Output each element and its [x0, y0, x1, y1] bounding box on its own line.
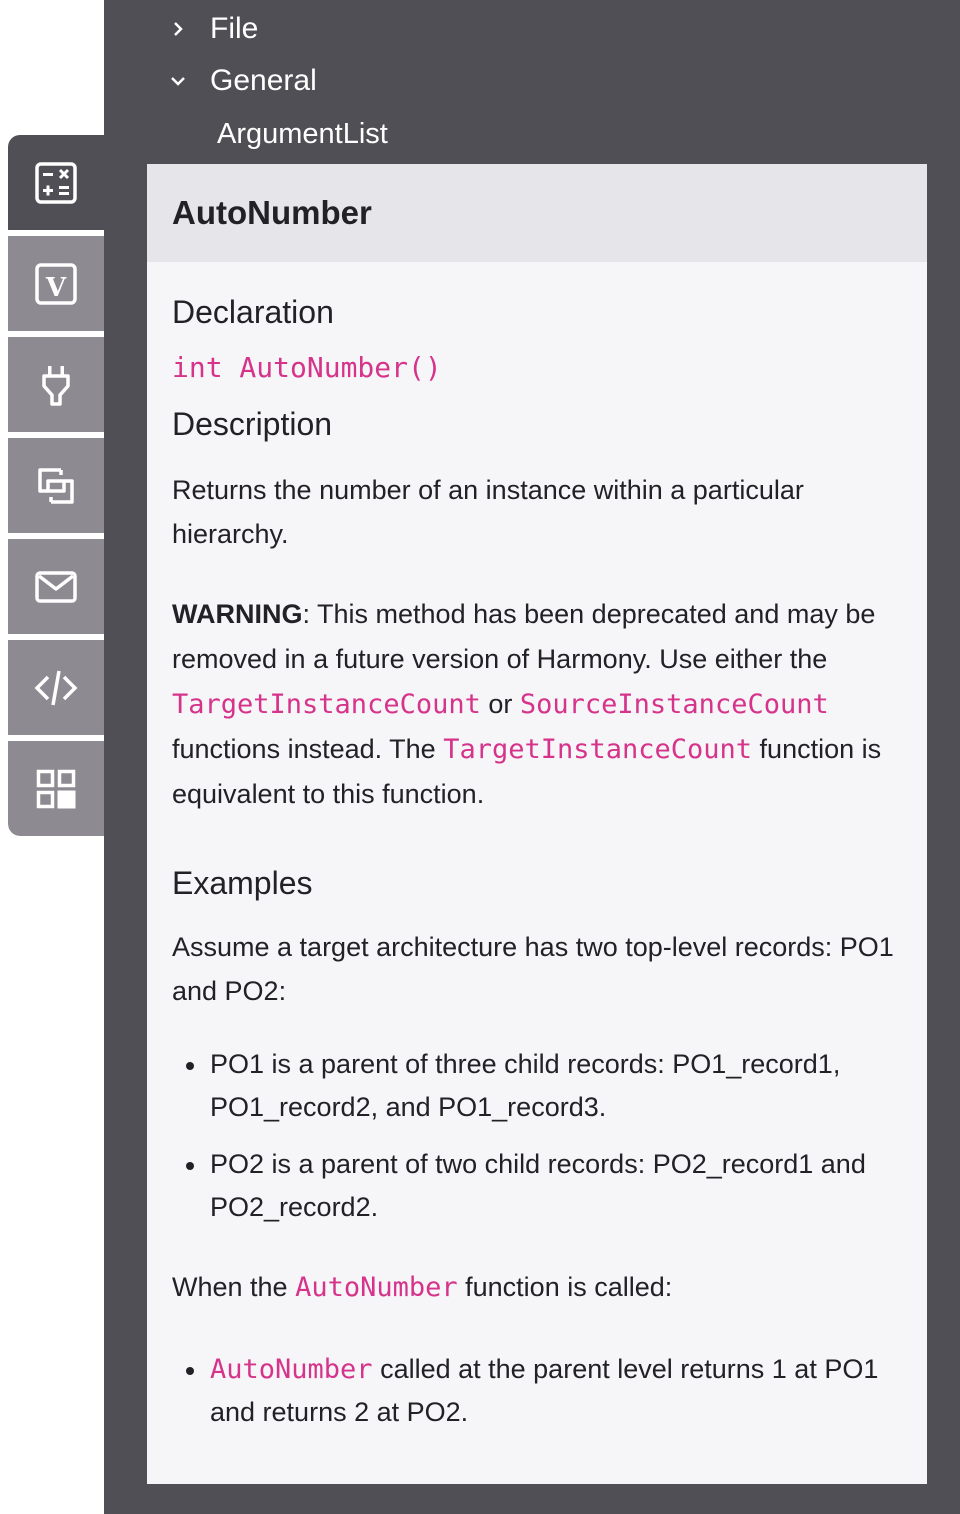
tree-item-label: ArgumentList — [217, 117, 388, 150]
plug-icon — [42, 365, 70, 406]
code-ref: SourceInstanceCount — [519, 689, 829, 720]
examples-heading: Examples — [172, 865, 313, 901]
code-ref: TargetInstanceCount — [443, 734, 753, 765]
function-doc-card: AutoNumber Declaration int AutoNumber() … — [147, 164, 927, 1484]
grid-icon — [36, 769, 76, 808]
code-ref: TargetInstanceCount — [172, 689, 481, 720]
svg-text:V: V — [45, 273, 67, 303]
tree-item-general[interactable]: General — [168, 60, 317, 102]
text: When the — [172, 1272, 296, 1302]
mail-icon — [35, 570, 77, 603]
side-toolbar: V — [8, 135, 104, 836]
warning-paragraph: WARNING: This method has been deprecated… — [172, 592, 902, 817]
variable-icon: V — [35, 262, 77, 305]
declaration-code: int AutoNumber() — [172, 351, 442, 384]
records-list: PO1 is a parent of three child records: … — [172, 1043, 902, 1229]
link-objects-icon — [38, 467, 74, 504]
chevron-right-icon — [174, 22, 183, 36]
code-icon — [34, 670, 78, 705]
list-item: AutoNumber called at the parent level re… — [184, 1348, 902, 1434]
declaration-heading: Declaration — [172, 294, 334, 330]
tool-variables[interactable]: V — [8, 236, 104, 331]
warning-label: WARNING — [172, 599, 303, 629]
tree-item-argumentlist[interactable]: ArgumentList — [217, 114, 388, 154]
tree-item-file[interactable]: File — [168, 8, 258, 50]
tool-plugins[interactable] — [8, 337, 104, 432]
warning-text: functions instead. The — [172, 734, 444, 764]
tool-scripts[interactable] — [8, 640, 104, 735]
list-item: PO1 is a parent of three child records: … — [184, 1043, 902, 1129]
list-item: PO2 is a parent of two child records: PO… — [184, 1143, 902, 1229]
tool-notifications[interactable] — [8, 539, 104, 634]
text: function is called: — [457, 1272, 673, 1302]
results-list: AutoNumber called at the parent level re… — [172, 1348, 902, 1434]
doc-body: Declaration int AutoNumber() Description… — [147, 262, 927, 1434]
tool-objects[interactable] — [8, 438, 104, 533]
tree-item-label: File — [210, 12, 259, 45]
tool-components[interactable] — [8, 741, 104, 836]
examples-intro: Assume a target architecture has two top… — [172, 932, 894, 1006]
doc-title: AutoNumber — [172, 194, 372, 231]
calculator-icon — [35, 161, 77, 204]
chevron-down-icon — [171, 77, 185, 86]
doc-header: AutoNumber — [147, 164, 927, 262]
warning-text: or — [480, 689, 520, 719]
description-text: Returns the number of an instance within… — [172, 475, 804, 549]
tree-item-label: General — [210, 64, 317, 97]
called-intro: When the AutoNumber function is called: — [172, 1265, 902, 1310]
tool-functions[interactable] — [8, 135, 104, 230]
description-heading: Description — [172, 406, 333, 442]
code-ref: AutoNumber — [295, 1272, 458, 1303]
code-ref: AutoNumber — [210, 1354, 373, 1385]
